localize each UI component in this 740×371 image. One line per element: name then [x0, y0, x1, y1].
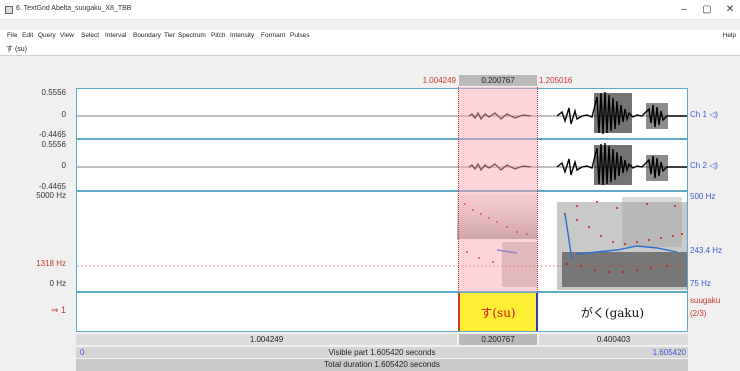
ch1-label-text: Ch 1: [690, 110, 707, 119]
visible-part-bar[interactable]: 0 Visible part 1.605420 seconds 1.605420: [76, 347, 688, 358]
menu-spectrum[interactable]: Spectrum: [178, 30, 206, 42]
waveform-channel-1[interactable]: [76, 88, 688, 139]
menu-pitch[interactable]: Pitch: [211, 30, 225, 42]
tier-number[interactable]: ⇒ 1: [6, 305, 66, 316]
menu-bar: File Edit Query View Select Interval Bou…: [0, 30, 740, 42]
menu-intensity[interactable]: Intensity: [230, 30, 254, 42]
textgrid-tier[interactable]: す(su) がく(gaku): [76, 292, 688, 332]
interval-text-value: す (su): [6, 46, 27, 53]
selection-end-line: [537, 87, 538, 292]
interval-duration-2[interactable]: 0.200767: [459, 334, 537, 345]
spectrogram-cursor-freq: 1318 Hz: [36, 259, 66, 268]
menu-view[interactable]: View: [60, 30, 74, 42]
ch1-max: 0.5556: [41, 88, 66, 97]
ch1-label[interactable]: Ch 1 ◁): [690, 110, 718, 119]
interval-empty[interactable]: [77, 293, 458, 331]
menu-pulses[interactable]: Pulses: [290, 30, 310, 42]
selection-end-time: 1.205016: [539, 76, 573, 85]
ch2-min: -0.4465: [38, 182, 66, 191]
pitch-top-label: 500 Hz: [690, 192, 716, 201]
interval-duration-1[interactable]: 1.004249: [76, 334, 457, 345]
praat-app-icon: [5, 6, 13, 14]
menu-select[interactable]: Select: [81, 30, 99, 42]
ch2-zero: 0: [61, 161, 66, 170]
selection-start-line: [458, 87, 459, 292]
interval-su-text: す(su): [480, 305, 516, 320]
interval-text-field[interactable]: す (su): [0, 42, 740, 56]
close-button[interactable]: ✕: [722, 3, 738, 17]
tier-arrow-icon: ⇒: [50, 305, 59, 315]
total-duration-label: Total duration 1.605420 seconds: [324, 360, 440, 369]
spectrogram-svg: [77, 194, 687, 290]
visible-part-label: Visible part 1.605420 seconds: [328, 348, 436, 357]
selection-duration[interactable]: 0.200767: [459, 75, 537, 86]
title-bar: 6. TextGrid Abelta_suugaku_X8_TBB – ▢ ✕: [0, 0, 740, 20]
waveform-channel-2[interactable]: [76, 139, 688, 191]
tier-number-value: 1: [60, 305, 66, 315]
total-duration-bar[interactable]: Total duration 1.605420 seconds: [76, 359, 688, 371]
window-title: 6. TextGrid Abelta_suugaku_X8_TBB: [16, 5, 132, 12]
tier-name-label: suugaku: [690, 296, 721, 305]
spectrogram-panel[interactable]: [76, 191, 688, 292]
maximize-button[interactable]: ▢: [699, 3, 715, 17]
speaker-icon: ◁): [709, 161, 718, 170]
menu-tier[interactable]: Tier: [164, 30, 175, 42]
spectrogram-max-freq: 5000 Hz: [36, 191, 66, 200]
menu-formant[interactable]: Formant: [261, 30, 285, 42]
interval-duration-3[interactable]: 0.400403: [539, 334, 688, 345]
ch1-min: -0.4465: [38, 130, 66, 139]
menu-edit[interactable]: Edit: [22, 30, 33, 42]
ch2-label-text: Ch 2: [690, 161, 707, 170]
tier-count-label: (2/3): [690, 309, 707, 318]
menu-help[interactable]: Help: [723, 30, 736, 42]
ch1-zero: 0: [61, 110, 66, 119]
waveform-ch2-svg: [77, 142, 687, 186]
menu-query[interactable]: Query: [38, 30, 56, 42]
pitch-mid-label: 243.4 Hz: [690, 246, 723, 255]
ch2-label[interactable]: Ch 2 ◁): [690, 161, 718, 170]
waveform-ch1-svg: [77, 91, 687, 135]
menu-file[interactable]: File: [7, 30, 17, 42]
menu-boundary[interactable]: Boundary: [133, 30, 161, 42]
minimize-button[interactable]: –: [676, 3, 692, 17]
selection-start-time: 1.004249: [422, 76, 456, 85]
visible-end: 1.605420: [652, 348, 686, 357]
pitch-bottom-label: 75 Hz: [690, 279, 711, 288]
menu-interval[interactable]: Interval: [105, 30, 126, 42]
interval-su-selected[interactable]: す(su): [458, 293, 538, 331]
speaker-icon: ◁): [709, 110, 718, 119]
ch2-max: 0.5556: [41, 140, 66, 149]
interval-gaku[interactable]: がく(gaku): [538, 293, 687, 331]
spectrogram-min-freq: 0 Hz: [49, 279, 66, 288]
